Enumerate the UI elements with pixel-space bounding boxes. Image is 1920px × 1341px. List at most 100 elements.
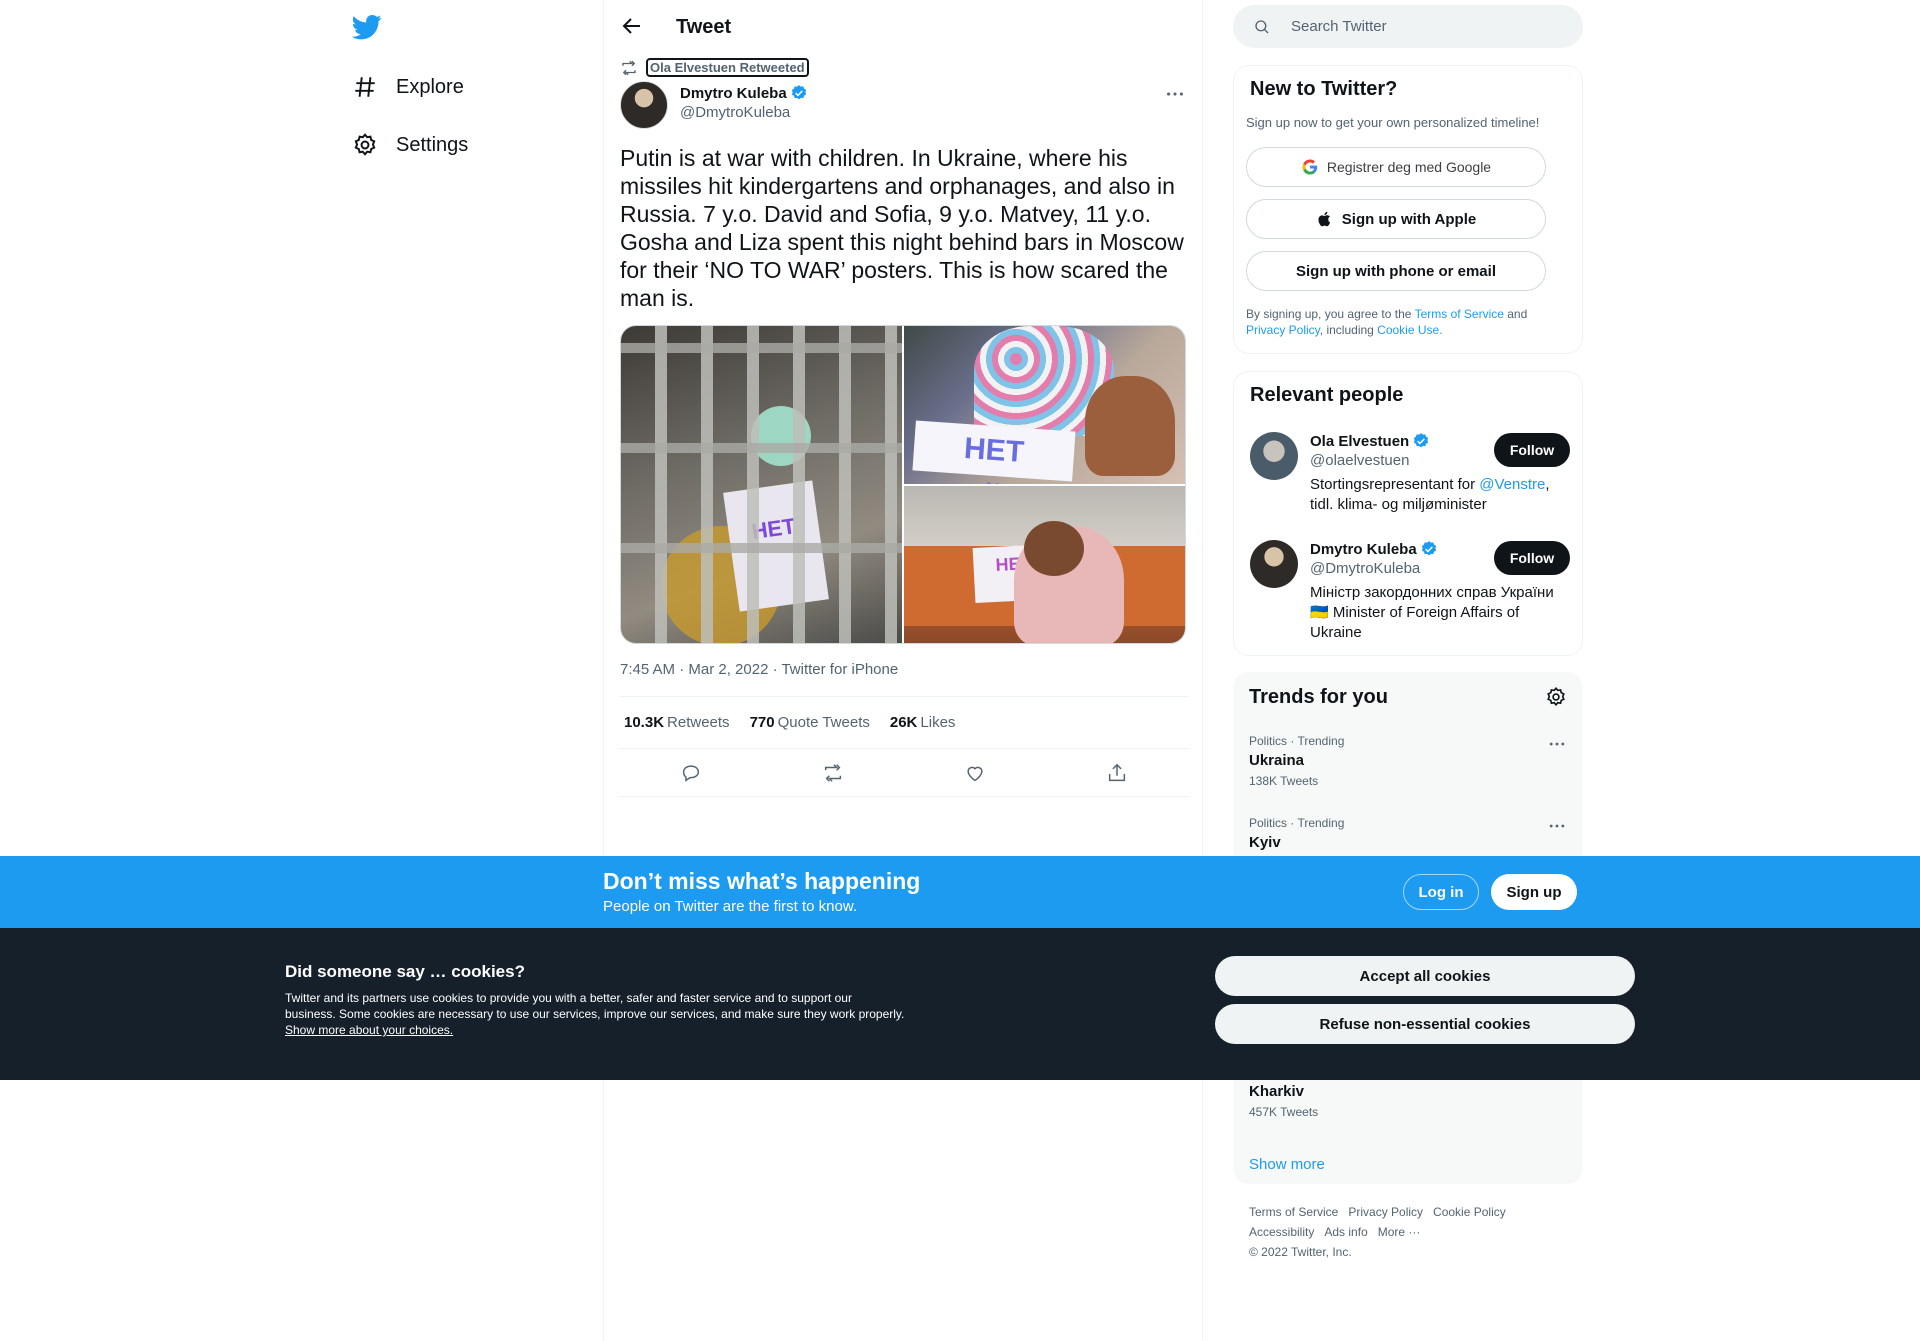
cookie-use-link[interactable]: Cookie Use. [1377,323,1442,337]
retweeted-by-link[interactable]: Ola Elvestuen Retweeted [646,58,809,77]
avatar[interactable] [1250,432,1298,480]
cookie-choices-link[interactable]: Show more about your choices. [285,1023,453,1037]
retweet-context: Ola Elvestuen Retweeted [620,58,809,77]
legal-text: , including [1319,323,1378,337]
likes-stat[interactable]: 26K Likes [890,714,956,731]
footer-privacy-link[interactable]: Privacy Policy [1348,1205,1423,1219]
quotes-count: 770 [749,714,775,731]
trend-item[interactable]: Kharkiv 457K Tweets [1249,1079,1567,1119]
tweet-header: Tweet [604,0,1204,53]
person-bio: Stortingsrepresentant for @Venstre, tidl… [1310,475,1560,515]
quotes-label: Quote Tweets [777,714,870,731]
photo-sign-text: НЕТ ВОЙНЕ [912,420,1076,484]
retweet-action-icon[interactable] [822,762,844,784]
retweets-label: Retweets [667,714,730,731]
venstre-mention-link[interactable]: @Venstre [1479,476,1545,493]
apple-signup-button[interactable]: Sign up with Apple [1246,199,1546,239]
signup-banner: Don’t miss what’s happening People on Tw… [0,856,1920,928]
terms-of-service-link[interactable]: Terms of Service [1415,307,1504,321]
trends-title: Trends for you [1249,686,1388,708]
share-icon[interactable] [1106,762,1128,784]
trends-settings-gear-icon[interactable] [1545,686,1567,708]
avatar[interactable] [620,81,668,129]
apple-icon [1318,211,1330,227]
retweets-count: 10.3K [624,714,665,731]
banner-subtitle: People on Twitter are the first to know. [603,898,858,915]
copyright: © 2022 Twitter, Inc. [1249,1245,1352,1259]
signup-button[interactable]: Sign up [1491,874,1577,910]
footer-terms-link[interactable]: Terms of Service [1249,1205,1338,1219]
legal-text: and [1503,307,1528,321]
footer-accessibility-link[interactable]: Accessibility [1249,1225,1314,1239]
tweet-photo-2[interactable]: НЕТ ВОЙНЕ [904,326,1185,484]
refuse-cookies-button[interactable]: Refuse non-essential cookies [1215,1004,1635,1044]
retweets-stat[interactable]: 10.3K Retweets [624,714,730,731]
trend-meta: Politics · Trending [1249,734,1345,748]
phone-signup-label: Sign up with phone or email [1295,262,1496,280]
footer-ads-info-link[interactable]: Ads info [1324,1225,1367,1239]
nav-settings[interactable]: Settings [352,125,468,165]
person-name[interactable]: Dmytro Kuleba [1310,540,1438,558]
gear-icon [354,133,376,156]
person-handle[interactable]: @olaelvestuen [1310,452,1409,469]
footer-cookie-policy-link[interactable]: Cookie Policy [1433,1205,1506,1219]
follow-button[interactable]: Follow [1494,541,1570,575]
tweet-media-grid: НЕТ НЕТ ВОЙНЕ НЕТ [620,325,1186,644]
author-handle[interactable]: @DmytroKuleba [680,104,808,121]
main-column: Tweet Ola Elvestuen Retweeted Dmytro Kul… [603,0,1203,1341]
trend-item[interactable]: Politics · Trending Ukraina 138K Tweets [1249,734,1567,788]
nav-explore-label: Explore [396,75,464,98]
avatar[interactable] [1250,540,1298,588]
relevant-people-title: Relevant people [1250,384,1404,406]
trend-item[interactable]: Politics · Trending Kyiv [1249,816,1567,851]
like-heart-icon[interactable] [964,762,986,784]
apple-signup-label: Sign up with Apple [1341,210,1477,228]
footer-links: Terms of Service Privacy Policy Cookie Pol… [1249,1202,1579,1262]
relevant-people-card: Relevant people Ola Elvestuen @olaelvest… [1233,371,1583,656]
follow-button[interactable]: Follow [1494,433,1570,467]
person-bio: Міністр закордонних справ України 🇺🇦 Min… [1310,584,1554,641]
more-options-icon[interactable] [1547,816,1567,836]
tweet-author: Dmytro Kuleba @DmytroKuleba [620,81,808,129]
signup-subtitle: Sign up now to get your own personalized… [1246,115,1540,130]
tweet-stats: 10.3K Retweets 770 Quote Tweets 26K Likes [620,696,1188,749]
trend-name: Kyiv [1249,834,1281,851]
person-name-text: Dmytro Kuleba [1310,540,1417,558]
trend-name: Kharkiv [1249,1083,1305,1100]
tweet-timestamp[interactable]: 7:45 AM · Mar 2, 2022 · Twitter for iPho… [620,661,898,678]
retweet-icon [622,60,636,75]
search-placeholder: Search Twitter [1291,18,1387,35]
google-signup-label: Registrer deg med Google [1326,159,1492,175]
more-options-icon[interactable] [1547,734,1567,754]
back-arrow-icon[interactable] [620,14,644,38]
show-more-trends-link[interactable]: Show more [1249,1156,1325,1173]
tweet-photo-1[interactable]: НЕТ [621,326,902,643]
bio-text: Stortingsrepresentant for [1310,476,1480,493]
nav-explore[interactable]: Explore [352,67,464,107]
person-name-text: Ola Elvestuen [1310,432,1410,450]
search-input[interactable]: Search Twitter [1233,5,1583,48]
trend-count: 138K Tweets [1249,774,1319,788]
author-name[interactable]: Dmytro Kuleba [680,84,808,102]
person-name[interactable]: Ola Elvestuen [1310,432,1430,450]
privacy-policy-link[interactable]: Privacy Policy [1246,323,1320,337]
new-to-twitter-title: New to Twitter? [1250,78,1398,100]
author-name-text: Dmytro Kuleba [680,84,787,102]
google-signup-button[interactable]: Registrer deg med Google [1246,147,1546,187]
reply-icon[interactable] [680,762,702,784]
login-button[interactable]: Log in [1403,874,1479,910]
more-options-icon[interactable] [1164,83,1186,105]
tweet-photo-3[interactable]: НЕТ [904,485,1185,643]
quote-tweets-stat[interactable]: 770 Quote Tweets [750,714,870,731]
footer-more-link[interactable]: More ··· [1378,1225,1421,1239]
hashtag-icon [355,77,375,97]
person-handle[interactable]: @DmytroKuleba [1310,560,1420,577]
phone-email-signup-button[interactable]: Sign up with phone or email [1246,251,1546,291]
accept-all-cookies-button[interactable]: Accept all cookies [1215,956,1635,996]
nav-settings-label: Settings [396,133,469,156]
google-icon [1302,159,1318,175]
cookie-body: Twitter and its partners use cookies to … [285,991,905,1021]
cookie-text: Twitter and its partners use cookies to … [285,990,905,1038]
twitter-logo-icon[interactable] [352,12,382,42]
trend-name: Ukraina [1249,752,1305,769]
